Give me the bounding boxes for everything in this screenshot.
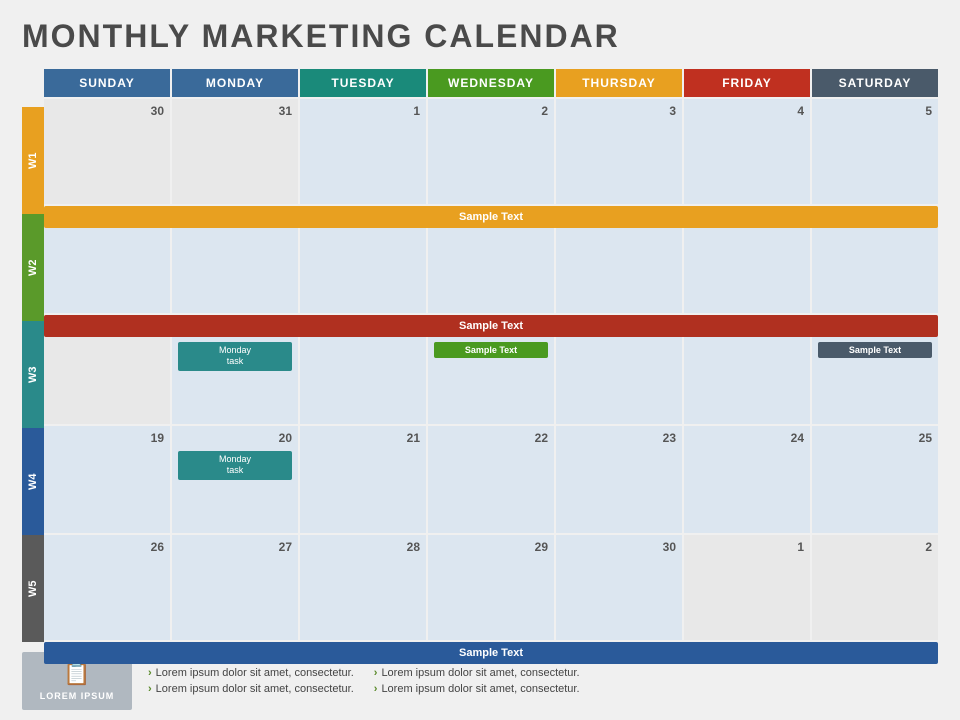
day-cell: 2 — [812, 535, 938, 640]
day-header-saturday: SATURDAY — [812, 69, 938, 97]
day-cell: 24 — [684, 426, 810, 533]
day-headers: SUNDAYMONDAYTUESDAYWEDNESDAYTHURSDAYFRID… — [44, 69, 938, 97]
week-label-w4: W4 — [22, 428, 44, 535]
day-header-monday: MONDAY — [172, 69, 298, 97]
day-cell: 31 — [172, 99, 298, 204]
day-cell: 27 — [172, 535, 298, 640]
footer-icon-label: LOREM IPSUM — [40, 691, 115, 701]
day-cell: 21 — [300, 426, 426, 533]
day-cell: 22 — [428, 426, 554, 533]
day-number: 4 — [690, 103, 804, 120]
day-header-thursday: THURSDAY — [556, 69, 682, 97]
event-banner: Sample Text — [44, 206, 938, 228]
day-cell: 29 — [428, 535, 554, 640]
week-row-5: 262728293012Sample Text — [44, 535, 938, 642]
day-number: 2 — [818, 539, 932, 556]
day-number: 22 — [434, 430, 548, 447]
day-number: 21 — [306, 430, 420, 447]
day-number: 24 — [690, 430, 804, 447]
week-label-w3: W3 — [22, 321, 44, 428]
footer-bullet-3: › Lorem ipsum dolor sit amet, consectetu… — [148, 683, 354, 695]
day-number: 3 — [562, 103, 676, 120]
day-cell: 30 — [556, 535, 682, 640]
day-number: 27 — [178, 539, 292, 556]
footer-bullet-4: › Lorem ipsum dolor sit amet, consectetu… — [374, 683, 580, 695]
day-number: 2 — [434, 103, 548, 120]
day-number: 23 — [562, 430, 676, 447]
day-cell: 20 Monday task — [172, 426, 298, 533]
day-number: 29 — [434, 539, 548, 556]
footer-bullet-1: › Lorem ipsum dolor sit amet, consectetu… — [148, 667, 354, 679]
day-cell: 4 — [684, 99, 810, 204]
event-banner: Sample Text — [44, 642, 938, 664]
day-cell: 26 — [44, 535, 170, 640]
day-number: 31 — [178, 103, 292, 120]
day-number: 30 — [562, 539, 676, 556]
day-number: 26 — [50, 539, 164, 556]
day-cell: 3 — [556, 99, 682, 204]
day-header-tuesday: TUESDAY — [300, 69, 426, 97]
day-header-sunday: SUNDAY — [44, 69, 170, 97]
event-banner: Sample Text — [44, 315, 938, 337]
day-cell: 1 — [684, 535, 810, 640]
day-cell: 25 — [812, 426, 938, 533]
day-cell: 5 — [812, 99, 938, 204]
day-cell: 28 — [300, 535, 426, 640]
day-task: Monday task — [178, 451, 292, 480]
day-cell: 19 — [44, 426, 170, 533]
day-number: 25 — [818, 430, 932, 447]
page-title: MONTHLY MARKETING CALENDAR — [22, 18, 938, 55]
week-row-1: 303112345Sample Text — [44, 99, 938, 206]
day-number: 20 — [178, 430, 292, 447]
footer-text: › Lorem ipsum dolor sit amet, consectetu… — [148, 667, 580, 695]
day-cell: 23 — [556, 426, 682, 533]
inline-event: Sample Text — [434, 342, 548, 358]
footer-text-row-2: › Lorem ipsum dolor sit amet, consectetu… — [148, 683, 580, 695]
week-label-w5: W5 — [22, 535, 44, 642]
footer-bullet-2: › Lorem ipsum dolor sit amet, consectetu… — [374, 667, 580, 679]
day-number: 19 — [50, 430, 164, 447]
day-number: 1 — [306, 103, 420, 120]
day-header-wednesday: WEDNESDAY — [428, 69, 554, 97]
week-label-w2: W2 — [22, 214, 44, 321]
day-number: 30 — [50, 103, 164, 120]
day-task: Monday task — [178, 342, 292, 371]
day-number: 5 — [818, 103, 932, 120]
week-label-w1: W1 — [22, 107, 44, 214]
day-cell: 2 — [428, 99, 554, 204]
week-row-4: 19 20 Monday task 21 22 23 24 25 — [44, 426, 938, 533]
day-number: 28 — [306, 539, 420, 556]
day-header-friday: FRIDAY — [684, 69, 810, 97]
clipboard-icon: 📋 — [63, 661, 90, 687]
day-cell: 30 — [44, 99, 170, 204]
day-number: 1 — [690, 539, 804, 556]
inline-event: Sample Text — [818, 342, 932, 358]
footer-text-row-1: › Lorem ipsum dolor sit amet, consectetu… — [148, 667, 580, 679]
day-cell: 1 — [300, 99, 426, 204]
